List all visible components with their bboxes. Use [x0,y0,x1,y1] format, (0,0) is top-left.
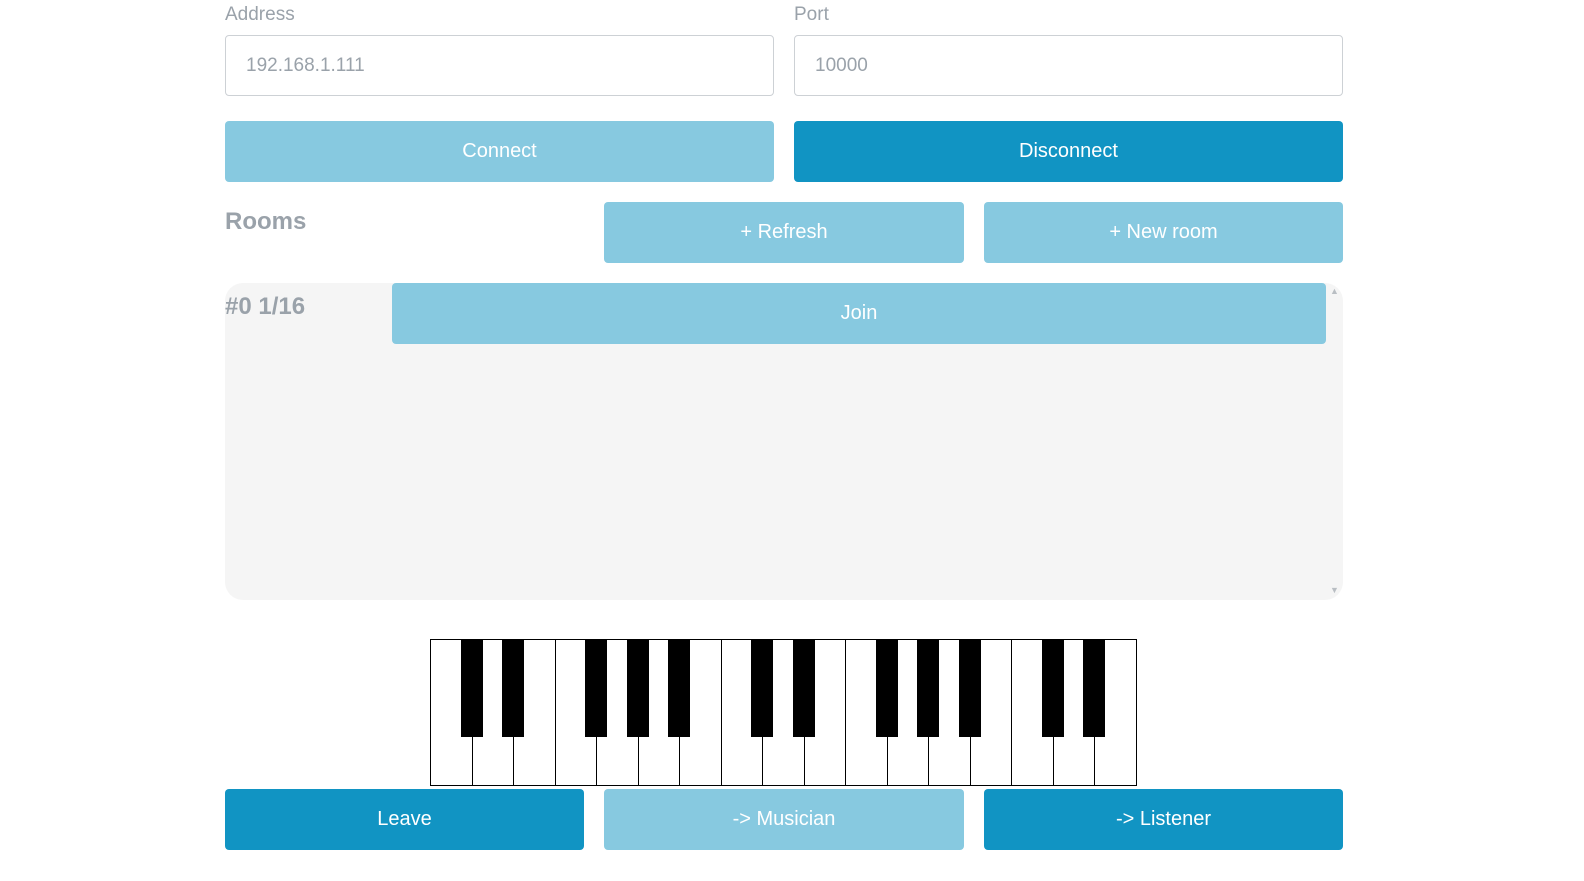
address-label: Address [225,4,295,25]
piano-keyboard[interactable] [430,639,1137,786]
join-button[interactable]: Join [392,283,1326,344]
piano-black-key[interactable] [1083,639,1106,737]
leave-button[interactable]: Leave [225,789,584,850]
disconnect-button[interactable]: Disconnect [794,121,1343,182]
scroll-up-icon[interactable]: ▲ [1330,286,1339,296]
port-value: 10000 [815,54,868,76]
rooms-list[interactable]: #0 1/16 Join ▲ ▼ [225,283,1343,600]
piano-black-key[interactable] [792,639,815,737]
piano-black-key[interactable] [502,639,525,737]
piano-black-key[interactable] [917,639,940,737]
scroll-down-icon[interactable]: ▼ [1330,585,1339,595]
musician-button[interactable]: -> Musician [604,789,964,850]
room-name: #0 1/16 [225,293,306,320]
piano-black-key[interactable] [751,639,774,737]
refresh-button[interactable]: + Refresh [604,202,964,263]
listener-button[interactable]: -> Listener [984,789,1343,850]
port-input[interactable]: 10000 [794,35,1343,96]
connect-button[interactable]: Connect [225,121,774,182]
piano-black-key[interactable] [585,639,608,737]
port-label: Port [794,4,829,25]
new-room-button[interactable]: + New room [984,202,1343,263]
list-item: #0 1/16 Join [225,283,1326,344]
piano-black-key[interactable] [1041,639,1064,737]
address-value: 192.168.1.111 [246,54,365,76]
address-input[interactable]: 192.168.1.111 [225,35,774,96]
piano-black-key[interactable] [460,639,483,737]
piano-black-key[interactable] [668,639,691,737]
piano-black-key[interactable] [875,639,898,737]
piano-black-key[interactable] [626,639,649,737]
piano-black-key[interactable] [958,639,981,737]
rooms-heading: Rooms [225,208,307,235]
